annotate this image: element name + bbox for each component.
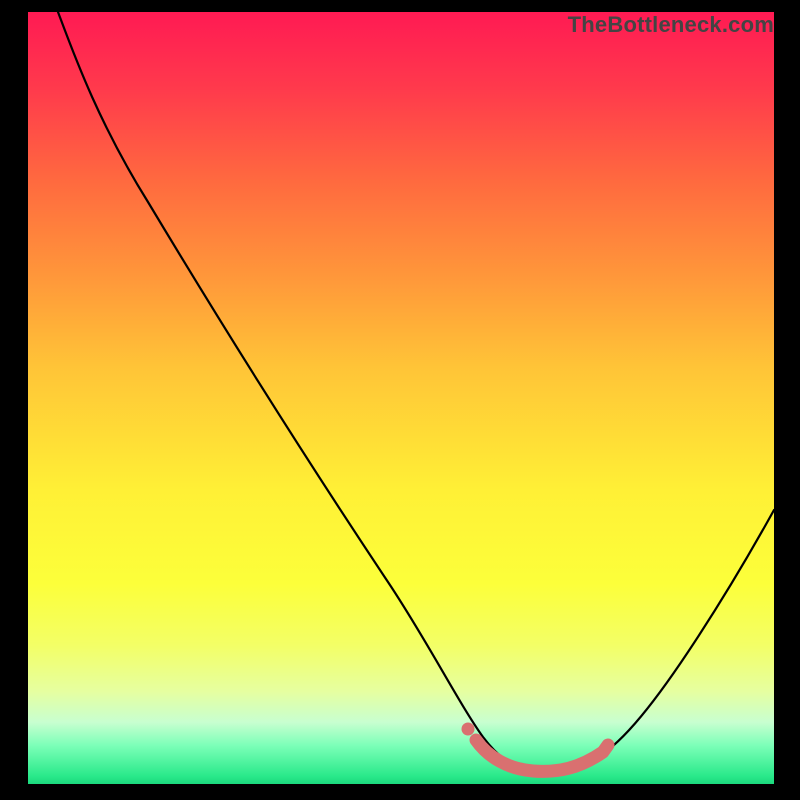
- threshold-highlight-dot: [462, 723, 475, 736]
- chart-frame: TheBottleneck.com: [0, 0, 800, 800]
- curve-layer: [28, 12, 774, 784]
- threshold-highlight: [476, 740, 608, 771]
- plot-area: [28, 12, 774, 784]
- main-curve: [58, 12, 774, 772]
- watermark-text: TheBottleneck.com: [568, 12, 774, 38]
